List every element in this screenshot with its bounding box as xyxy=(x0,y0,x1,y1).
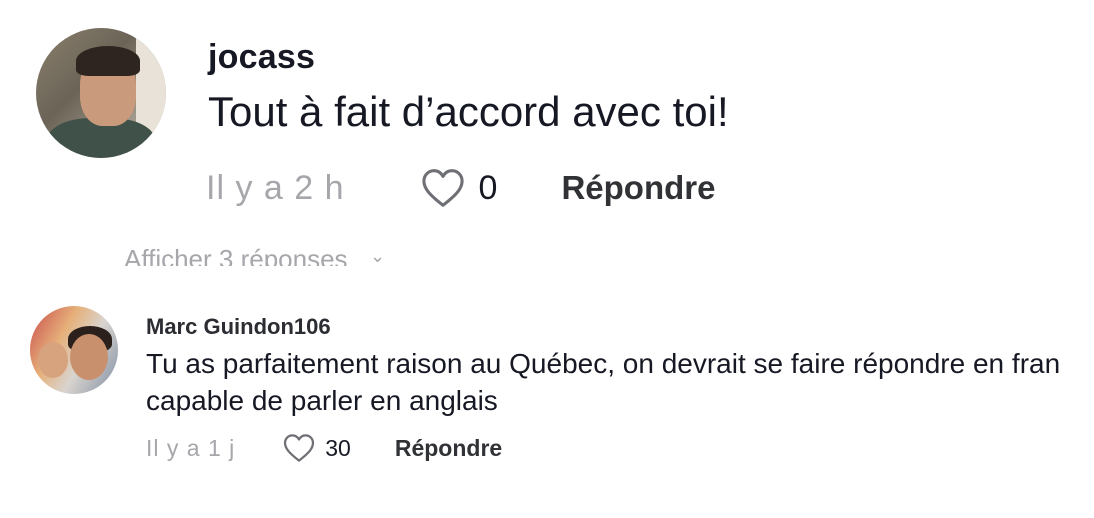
avatar-face xyxy=(38,342,68,378)
avatar-face xyxy=(70,334,108,380)
comment-text: Tu as parfaitement raison au Québec, on … xyxy=(146,345,1060,419)
comment-text-line: Tu as parfaitement raison au Québec, on … xyxy=(146,348,1061,379)
comment-timestamp: Il y a 2 h xyxy=(206,168,345,207)
comments-screen: jocass Tout à fait d’accord avec toi! Il… xyxy=(0,0,1094,518)
reply-button[interactable]: Répondre xyxy=(561,169,715,207)
view-replies-label: Afficher 3 réponses xyxy=(124,244,348,266)
comment-actions: Il y a 1 j 30 Répondre xyxy=(146,432,502,464)
view-replies-button[interactable]: Afficher 3 réponses ⌄ xyxy=(120,236,520,266)
comment-username[interactable]: jocass xyxy=(208,38,315,77)
comment-timestamp: Il y a 1 j xyxy=(146,434,236,461)
comment-text-line: capable de parler en anglais xyxy=(146,385,498,416)
comment-actions: Il y a 2 h 0 Répondre xyxy=(206,166,715,210)
chevron-down-icon: ⌄ xyxy=(370,246,386,266)
like-count: 0 xyxy=(478,168,498,207)
reply-button[interactable]: Répondre xyxy=(395,435,502,462)
heart-icon[interactable] xyxy=(283,433,315,463)
like-button[interactable]: 30 xyxy=(283,433,351,463)
like-count: 30 xyxy=(325,434,351,461)
avatar[interactable] xyxy=(30,306,118,394)
comment-username[interactable]: Marc Guindon106 xyxy=(146,314,331,340)
heart-icon[interactable] xyxy=(421,168,465,208)
comment-text: Tout à fait d’accord avec toi! xyxy=(208,88,729,135)
avatar[interactable] xyxy=(36,28,166,158)
avatar-hair xyxy=(76,46,140,76)
like-button[interactable]: 0 xyxy=(421,168,498,208)
